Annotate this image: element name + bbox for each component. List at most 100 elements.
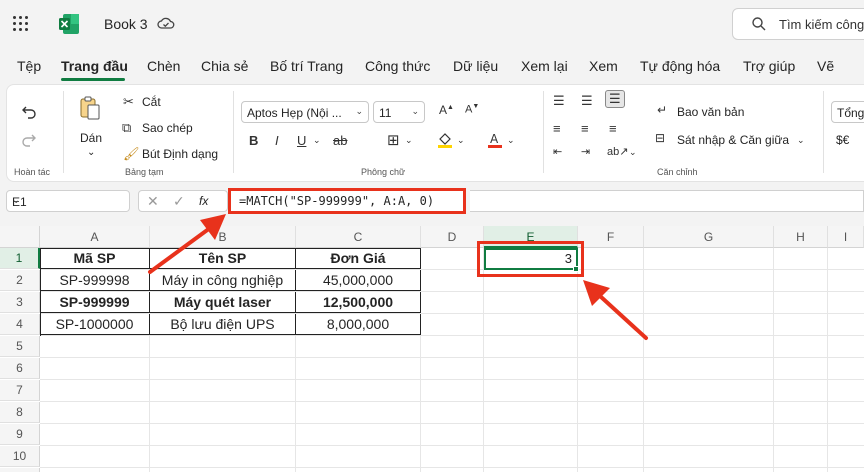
tab-help[interactable]: Trợ giúp xyxy=(743,58,795,74)
row-header[interactable]: 5 xyxy=(0,336,40,357)
copy-icon[interactable]: ⧉ xyxy=(122,120,131,136)
tab-page-layout[interactable]: Bố trí Trang xyxy=(270,58,343,74)
cut-icon[interactable]: ✂ xyxy=(123,94,134,110)
tab-draw[interactable]: Vẽ xyxy=(817,58,834,74)
font-size-select[interactable]: 11 ⌄ xyxy=(373,101,425,123)
column-header[interactable]: C xyxy=(296,226,421,248)
row-header[interactable]: 7 xyxy=(0,380,40,401)
italic-icon[interactable]: I xyxy=(275,133,279,148)
tab-automate[interactable]: Tự động hóa xyxy=(640,58,720,74)
document-title[interactable]: Book 3 xyxy=(104,16,148,32)
undo-icon[interactable] xyxy=(21,103,37,119)
decrease-font-icon[interactable]: A▼ xyxy=(465,103,479,116)
row-header[interactable]: 8 xyxy=(0,402,40,423)
font-color-icon[interactable]: A xyxy=(487,131,503,149)
tab-share[interactable]: Chia sẻ xyxy=(201,58,248,74)
strikethrough-icon[interactable]: ab xyxy=(333,133,347,148)
tab-file[interactable]: Tệp xyxy=(17,58,41,74)
table-cell[interactable]: 12,500,000 xyxy=(296,292,421,313)
table-cell[interactable]: Máy in công nghiệp xyxy=(150,270,296,291)
table-cell[interactable]: 8,000,000 xyxy=(296,314,421,335)
table-cell[interactable]: SP-999999 xyxy=(40,292,150,313)
orientation-icon[interactable]: ab↗ xyxy=(607,145,628,158)
merge-center-icon[interactable]: ⊟ xyxy=(655,131,665,145)
chevron-down-icon[interactable]: ⌄ xyxy=(629,147,637,158)
row-header[interactable]: 11 xyxy=(0,468,40,472)
merge-center-label[interactable]: Sát nhập & Căn giữa xyxy=(677,133,789,147)
align-bottom-icon[interactable]: ☰ xyxy=(605,90,625,108)
font-name-select[interactable]: Aptos Hẹp (Nội ... ⌄ xyxy=(241,101,369,123)
cloud-saved-icon[interactable] xyxy=(157,15,175,31)
chevron-down-icon[interactable]: ⌄ xyxy=(313,135,321,146)
align-left-icon[interactable]: ≡ xyxy=(553,121,561,136)
underline-icon[interactable]: U xyxy=(297,133,306,148)
fill-handle[interactable] xyxy=(573,266,579,272)
column-header[interactable]: B xyxy=(150,226,296,248)
column-header[interactable]: D xyxy=(421,226,484,248)
decrease-indent-icon[interactable]: ⇤ xyxy=(553,145,562,158)
borders-icon[interactable]: ⊞ xyxy=(387,131,400,149)
wrap-text-label[interactable]: Bao văn bản xyxy=(677,105,744,119)
table-header-cell[interactable]: Đơn Giá xyxy=(296,248,421,269)
bold-icon[interactable]: B xyxy=(249,133,258,148)
table-cell[interactable]: SP-1000000 xyxy=(40,314,150,335)
tab-home[interactable]: Trang đầu xyxy=(61,58,128,74)
table-cell[interactable]: Bộ lưu điện UPS xyxy=(150,314,296,335)
search-box[interactable]: Tìm kiếm công xyxy=(732,8,864,40)
paste-dropdown-icon[interactable]: ⌄ xyxy=(87,147,95,158)
row-header[interactable]: 10 xyxy=(0,446,40,467)
increase-font-icon[interactable]: A▲ xyxy=(439,103,454,117)
table-cell[interactable]: 45,000,000 xyxy=(296,270,421,291)
chevron-down-icon[interactable]: ⌄ xyxy=(507,135,515,146)
tab-data[interactable]: Dữ liệu xyxy=(453,58,498,74)
align-center-icon[interactable]: ≡ xyxy=(581,121,589,136)
paste-label[interactable]: Dán xyxy=(80,131,102,145)
column-header[interactable]: A xyxy=(40,226,150,248)
copy-label[interactable]: Sao chép xyxy=(142,121,193,135)
row-header[interactable]: 4 xyxy=(0,314,40,335)
tab-insert[interactable]: Chèn xyxy=(147,58,180,74)
paste-icon[interactable] xyxy=(79,95,101,121)
redo-icon[interactable] xyxy=(21,131,37,147)
enter-icon[interactable]: ✓ xyxy=(173,193,185,210)
cancel-icon[interactable]: ✕ xyxy=(147,193,159,210)
align-top-icon[interactable]: ☰ xyxy=(553,93,565,109)
formula-input[interactable] xyxy=(470,190,864,212)
chevron-down-icon[interactable]: ⌄ xyxy=(405,135,413,146)
chevron-down-icon[interactable]: ⌄ xyxy=(797,135,805,146)
format-painter-label[interactable]: Bút Định dạng xyxy=(142,147,218,161)
formula-input-highlight[interactable]: =MATCH("SP-999999", A:A, 0) xyxy=(228,188,466,214)
column-header[interactable]: G xyxy=(644,226,774,248)
app-launcher-icon[interactable] xyxy=(12,15,30,33)
column-header[interactable]: F xyxy=(578,226,644,248)
wrap-text-icon[interactable]: ↵ xyxy=(657,103,667,117)
row-header[interactable]: 2 xyxy=(0,270,40,291)
tab-formulas[interactable]: Công thức xyxy=(365,58,430,74)
selected-cell-e1[interactable]: 3 xyxy=(484,248,578,270)
insert-function-icon[interactable]: fx xyxy=(199,194,208,208)
row-header[interactable]: 1 xyxy=(0,248,40,269)
table-cell[interactable]: Máy quét laser xyxy=(150,292,296,313)
spreadsheet-grid[interactable]: A B C D E F G H I 1 2 3 4 5 6 7 8 9 10 1… xyxy=(0,226,864,472)
increase-indent-icon[interactable]: ⇥ xyxy=(581,145,590,158)
number-format-select[interactable]: Tổng xyxy=(831,101,864,123)
column-header[interactable]: I xyxy=(828,226,864,248)
align-middle-icon[interactable]: ☰ xyxy=(581,93,593,109)
table-cell[interactable]: SP-999998 xyxy=(40,270,150,291)
column-header[interactable]: H xyxy=(774,226,828,248)
select-all-corner[interactable] xyxy=(0,226,40,248)
table-header-cell[interactable]: Tên SP xyxy=(150,248,296,269)
cut-label[interactable]: Cắt xyxy=(142,95,161,109)
tab-review[interactable]: Xem lại xyxy=(521,58,568,74)
row-header[interactable]: 3 xyxy=(0,292,40,313)
name-box[interactable]: E1 ⌄ xyxy=(6,190,130,212)
tab-view[interactable]: Xem xyxy=(589,58,618,74)
align-right-icon[interactable]: ≡ xyxy=(609,121,617,136)
chevron-down-icon[interactable]: ⌄ xyxy=(457,135,465,146)
table-header-cell[interactable]: Mã SP xyxy=(40,248,150,269)
row-header[interactable]: 6 xyxy=(0,358,40,379)
currency-format-button[interactable]: $€ xyxy=(836,133,849,147)
fill-color-icon[interactable] xyxy=(437,131,453,149)
format-painter-icon[interactable]: 🖌 xyxy=(123,146,140,162)
row-header[interactable]: 9 xyxy=(0,424,40,445)
